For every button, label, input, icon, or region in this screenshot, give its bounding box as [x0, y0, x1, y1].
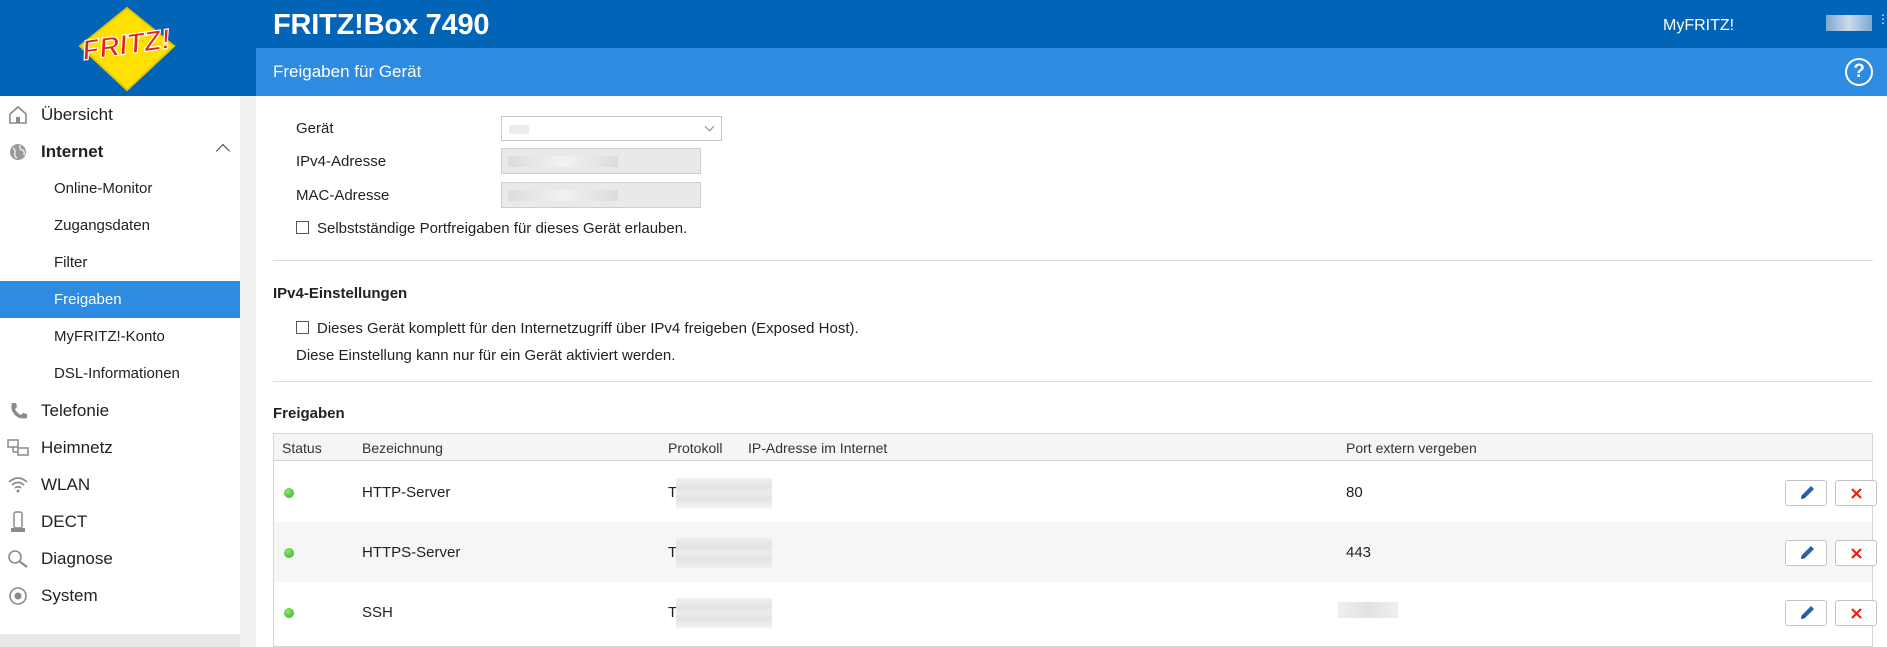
sidebar-item-system[interactable]: System	[0, 577, 240, 614]
row-port: 443	[1346, 544, 1372, 561]
table-row: HTTPS-Server TCP 443	[274, 522, 1877, 582]
main-content: Gerät IPv4-Adresse MAC-Adresse Selbststä…	[256, 96, 1887, 647]
close-icon	[1851, 548, 1862, 559]
table-header: Status Bezeichnung Protokoll IP-Adresse …	[274, 434, 1872, 461]
chevron-down-icon	[704, 121, 715, 132]
home-icon	[9, 105, 27, 124]
ipv4-section-title: IPv4-Einstellungen	[273, 285, 408, 302]
user-name-redacted	[1826, 15, 1872, 31]
geraet-label: Gerät	[296, 120, 334, 137]
auto-portshare-checkbox[interactable]	[296, 221, 309, 234]
port-redacted	[1338, 602, 1398, 618]
freigaben-section-title: Freigaben	[273, 405, 345, 422]
delete-button[interactable]	[1835, 480, 1877, 506]
myfritz-link[interactable]: MyFRITZ!	[1663, 17, 1734, 35]
sidebar-item-freigaben[interactable]: Freigaben	[0, 281, 240, 318]
ip-address-redacted	[676, 538, 772, 568]
fritz-logo[interactable]: FRITZ!	[74, 6, 180, 92]
wifi-icon	[8, 477, 28, 493]
sidebar-item-filter[interactable]: Filter	[0, 244, 240, 281]
sidebar-item-dsl-informationen[interactable]: DSL-Informationen	[0, 355, 240, 392]
sidebar-item-online-monitor[interactable]: Online-Monitor	[0, 170, 240, 207]
pencil-icon	[1801, 486, 1814, 499]
row-name: HTTPS-Server	[362, 544, 461, 561]
device-name-redacted	[509, 125, 529, 134]
product-name: FRITZ!Box 7490	[273, 9, 490, 41]
divider	[273, 260, 1873, 261]
column-port-extern: Port extern vergeben	[1346, 440, 1477, 456]
more-menu-icon[interactable]: ⋮	[1877, 13, 1887, 25]
edit-button[interactable]	[1785, 540, 1827, 566]
phone-icon	[11, 403, 27, 419]
status-active-icon	[284, 488, 294, 498]
row-name: SSH	[362, 604, 393, 621]
page-title: Freigaben für Gerät	[273, 62, 422, 81]
sidebar-item-diagnose[interactable]: Diagnose	[0, 540, 240, 577]
chevron-up-icon	[215, 143, 231, 159]
sidebar-item-heimnetz[interactable]: Heimnetz	[0, 429, 240, 466]
system-icon	[9, 587, 27, 605]
ip-address-redacted	[676, 598, 772, 628]
pencil-icon	[1801, 606, 1814, 619]
column-bezeichnung: Bezeichnung	[362, 440, 443, 456]
ip-address-redacted	[676, 478, 772, 508]
sidebar-more-items	[0, 634, 240, 647]
top-bar: FRITZ!Box 7490 MyFRITZ! ⋮	[0, 0, 1887, 48]
column-ip-adresse: IP-Adresse im Internet	[748, 440, 888, 456]
close-icon	[1851, 488, 1862, 499]
title-bar: Freigaben für Gerät ?	[256, 48, 1887, 96]
freigaben-table: Status Bezeichnung Protokoll IP-Adresse …	[273, 433, 1877, 647]
column-status: Status	[282, 440, 322, 456]
mac-label: MAC-Adresse	[296, 187, 390, 204]
sidebar: Übersicht Internet Online-Monitor Zugang…	[0, 96, 240, 647]
column-protokoll: Protokoll	[668, 440, 723, 456]
globe-icon	[10, 144, 26, 160]
row-port: 80	[1346, 484, 1363, 501]
close-icon	[1851, 608, 1862, 619]
status-active-icon	[284, 608, 294, 618]
help-icon[interactable]: ?	[1845, 58, 1873, 86]
sidebar-item-zugangsdaten[interactable]: Zugangsdaten	[0, 207, 240, 244]
row-name: HTTP-Server	[362, 484, 451, 501]
sidebar-item-dect[interactable]: DECT	[0, 503, 240, 540]
diagnose-icon	[8, 550, 28, 568]
pencil-icon	[1801, 546, 1814, 559]
delete-button[interactable]	[1835, 540, 1877, 566]
ipv4-label: IPv4-Adresse	[296, 153, 387, 170]
table-row: HTTP-Server TCP 80	[274, 462, 1877, 522]
device-select[interactable]	[501, 116, 722, 141]
sidebar-item-myfritz-konto[interactable]: MyFRITZ!-Konto	[0, 318, 240, 355]
auto-portshare-label: Selbstständige Portfreigaben für dieses …	[317, 220, 688, 237]
table-row: SSH TCP	[274, 582, 1877, 642]
delete-button[interactable]	[1835, 600, 1877, 626]
network-icon	[7, 439, 29, 456]
divider	[273, 381, 1873, 382]
dect-icon	[11, 511, 25, 532]
exposed-host-checkbox[interactable]	[296, 321, 309, 334]
exposed-host-label: Dieses Gerät komplett für den Internetzu…	[317, 320, 859, 337]
sidebar-item-wlan[interactable]: WLAN	[0, 466, 240, 503]
sidebar-item-telefonie[interactable]: Telefonie	[0, 392, 240, 429]
sidebar-item-internet[interactable]: Internet	[0, 133, 240, 170]
status-active-icon	[284, 548, 294, 558]
edit-button[interactable]	[1785, 600, 1827, 626]
mac-field	[501, 182, 701, 208]
sidebar-item-uebersicht[interactable]: Übersicht	[0, 96, 240, 133]
logo-area: FRITZ!	[0, 0, 256, 96]
edit-button[interactable]	[1785, 480, 1827, 506]
ipv4-field	[501, 148, 701, 174]
exposed-host-note: Diese Einstellung kann nur für ein Gerät…	[296, 347, 676, 364]
